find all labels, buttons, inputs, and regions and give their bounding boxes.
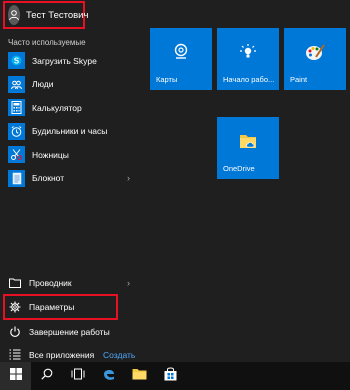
power-label: Завершение работы	[29, 326, 110, 337]
app-label: Калькулятор	[32, 102, 82, 113]
start-button[interactable]	[0, 362, 31, 390]
tile-label: Начало рабо...	[223, 75, 275, 84]
app-label: Блокнот	[32, 173, 65, 184]
task-view-icon	[71, 367, 85, 385]
file-explorer-item[interactable]: Проводник ›	[0, 271, 140, 294]
tile-label: Карты	[156, 75, 178, 84]
chevron-right-icon[interactable]: ›	[127, 173, 130, 183]
calculator-icon	[8, 99, 25, 117]
power-icon	[9, 326, 21, 338]
edge-icon	[102, 367, 116, 386]
app-label: Ножницы	[32, 149, 69, 160]
search-button[interactable]	[31, 362, 62, 390]
search-icon	[40, 367, 53, 385]
store-icon	[164, 367, 177, 386]
app-label: Люди	[32, 79, 54, 90]
app-people[interactable]: Люди	[0, 73, 140, 97]
task-view-button[interactable]	[62, 362, 93, 390]
notepad-icon	[8, 169, 25, 187]
taskbar	[0, 362, 350, 390]
tile-label: Paint	[290, 75, 308, 84]
app-label: Загрузить Skype	[32, 55, 97, 66]
tile-onedrive[interactable]: OneDrive	[217, 117, 279, 179]
user-avatar-icon	[8, 5, 20, 25]
user-name: Тест Тестович	[26, 9, 89, 21]
app-label: Будильники и часы	[32, 126, 108, 137]
windows-start-icon	[9, 367, 22, 385]
gear-icon	[9, 301, 21, 313]
onedrive-icon	[237, 131, 259, 153]
maps-icon	[173, 43, 189, 63]
scissors-icon	[8, 146, 25, 164]
chevron-right-icon[interactable]: ›	[127, 278, 130, 288]
store-button[interactable]	[155, 362, 186, 390]
file-explorer-icon	[132, 367, 147, 385]
edge-button[interactable]	[93, 362, 124, 390]
bottom-list: Проводник › Параметры Завершение работы	[0, 271, 140, 366]
file-explorer-label: Проводник	[29, 277, 72, 288]
people-icon	[8, 75, 25, 93]
app-calculator[interactable]: Калькулятор	[0, 96, 140, 120]
settings-button[interactable]: Параметры	[3, 294, 118, 320]
skype-icon: S	[8, 52, 25, 70]
tile-label: OneDrive	[223, 164, 255, 173]
alarm-clock-icon	[8, 122, 25, 140]
user-account-button[interactable]: Тест Тестович	[3, 1, 89, 29]
power-button[interactable]: Завершение работы	[0, 320, 140, 343]
tile-paint[interactable]: Paint	[284, 28, 346, 90]
svg-text:S: S	[14, 57, 20, 66]
most-used-list: S Загрузить Skype Люди Калькулятор Будил…	[0, 49, 140, 190]
most-used-heading: Часто используемые	[8, 38, 86, 47]
app-notepad[interactable]: Блокнот ›	[0, 167, 140, 191]
app-alarms-clock[interactable]: Будильники и часы	[0, 120, 140, 144]
settings-label: Параметры	[29, 302, 75, 312]
all-apps-label: Все приложения	[29, 349, 95, 360]
tile-maps[interactable]: Карты	[150, 28, 212, 90]
file-explorer-button[interactable]	[124, 362, 155, 390]
app-snipping-tool[interactable]: Ножницы	[0, 143, 140, 167]
tile-get-started[interactable]: Начало рабо...	[217, 28, 279, 90]
paint-icon	[305, 42, 325, 64]
app-skype[interactable]: S Загрузить Skype	[0, 49, 140, 73]
start-menu: Тест Тестович Часто используемые S Загру…	[0, 0, 350, 362]
list-icon	[9, 349, 21, 361]
folder-icon	[9, 277, 21, 289]
create-link[interactable]: Создать	[103, 350, 135, 360]
get-started-icon	[239, 43, 257, 63]
